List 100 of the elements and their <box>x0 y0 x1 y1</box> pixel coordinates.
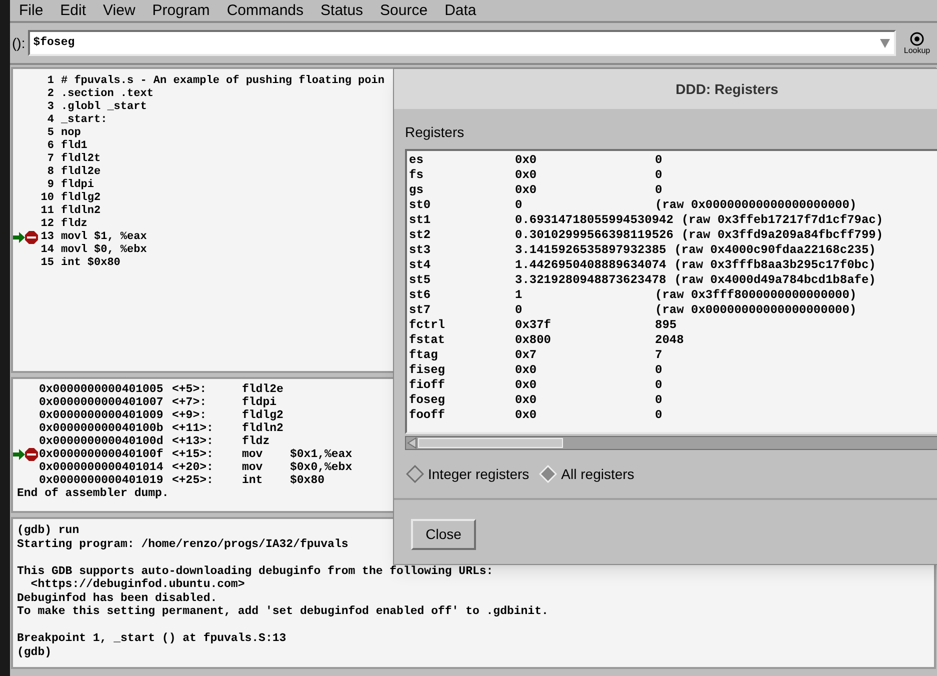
menu-item[interactable]: Status <box>320 3 364 18</box>
code-line: int $0x80 <box>61 256 120 272</box>
register-natural: (raw 0x3fff8000000000000000) <box>655 286 857 304</box>
stop-sign-icon <box>25 231 38 244</box>
register-natural: 0 <box>655 362 662 378</box>
radio-label[interactable]: All registers <box>561 464 634 484</box>
register-value: 0x0 <box>515 376 538 394</box>
console-line: Debuginfod has been disabled. <box>17 592 218 605</box>
register-name: st2 <box>409 226 432 244</box>
address: 0x000000000040100b <box>39 420 164 436</box>
radio-diamond[interactable] <box>406 465 424 483</box>
register-value: 0 <box>515 196 524 214</box>
radio-label[interactable]: Integer registers <box>428 464 530 484</box>
line-number: 11 <box>40 204 54 218</box>
console-line: (gdb) <box>17 646 52 659</box>
instruction: fldl2e <box>242 382 284 396</box>
code-line: nop <box>61 126 81 140</box>
register-value: 0x800 <box>515 332 552 348</box>
register-name: st0 <box>409 196 432 214</box>
register-name: fs <box>409 166 424 184</box>
register-name: st7 <box>409 302 432 318</box>
code-line: fldl2e <box>61 164 101 178</box>
close-button[interactable]: Close <box>411 519 476 550</box>
scroll-left-icon[interactable] <box>406 437 418 449</box>
argument-field[interactable]: $foseg <box>28 30 896 56</box>
register-value: 0x0 <box>515 406 538 424</box>
register-natural: (raw 0x00000000000000000000) <box>655 302 857 318</box>
operands: $0x1,%eax <box>290 446 352 462</box>
code-line: fld1 <box>61 138 88 152</box>
register-name: gs <box>409 182 424 198</box>
menu-item[interactable]: View <box>103 3 136 18</box>
console-line: Breakpoint 1, _start () at fpuvals.S:13 <box>17 632 286 646</box>
address: 0x0000000000401014 <box>39 460 164 475</box>
offset: <+15>: <box>172 446 214 462</box>
offset: <+20>: <box>172 460 214 475</box>
register-value: 3.1415926535897932385 <box>515 242 668 258</box>
console-line: To make this setting permanent, add 'set debuginfod enabled off' to .gdbinit. <box>17 605 548 618</box>
menu-item[interactable]: Data <box>444 3 476 18</box>
register-name: st4 <box>409 256 432 274</box>
line-number: 1 <box>46 74 54 88</box>
instruction: fldln2 <box>242 420 284 436</box>
code-line: .globl _start <box>61 100 147 114</box>
register-natural: (raw 0x3fffb8aa3b295c17f0bc) <box>674 256 876 274</box>
register-name: st5 <box>409 272 432 288</box>
console-line: Starting program: /home/renzo/progs/IA32/fpuvals <box>17 538 348 551</box>
offset: <+7>: <box>172 394 208 410</box>
register-name: fooff <box>409 406 446 424</box>
dialog-title: DDD: Registers <box>676 80 778 99</box>
line-number: 4 <box>46 113 54 128</box>
register-value: 0x37f <box>515 316 552 334</box>
offset: <+5>: <box>172 382 208 397</box>
register-name: ftag <box>409 346 439 364</box>
code-line: fldl2t <box>61 152 101 166</box>
instruction: fldlg2 <box>242 408 284 422</box>
console-line: <https://debuginfod.ubuntu.com> <box>30 578 245 592</box>
register-natural: 0 <box>655 166 662 184</box>
line-number: 3 <box>46 100 54 114</box>
register-natural: 0 <box>655 152 662 168</box>
list-label: Registers <box>405 124 464 140</box>
menu-item[interactable]: Commands <box>226 3 304 18</box>
dropdown-arrow-icon[interactable] <box>879 37 891 49</box>
address: 0x0000000000401005 <box>39 382 164 397</box>
line-number: 12 <box>40 217 54 232</box>
horizontal-scrollbar[interactable] <box>405 436 937 450</box>
register-natural: 0 <box>655 182 662 198</box>
register-natural: (raw 0x4000c90fdaa22168c235) <box>674 242 876 258</box>
address: 0x0000000000401019 <box>39 472 164 488</box>
register-value: 0x0 <box>515 182 538 198</box>
menu-item[interactable]: File <box>19 3 44 18</box>
register-natural: 895 <box>655 316 677 334</box>
code-line: _start: <box>61 113 108 128</box>
instruction: int <box>242 472 264 489</box>
lookup-icon <box>909 31 925 47</box>
register-natural: (raw 0x4000d49a784bcd1b8afe) <box>674 272 876 288</box>
register-name: fctrl <box>409 316 446 334</box>
address: 0x0000000000401009 <box>39 408 164 422</box>
line-number: 7 <box>46 152 54 166</box>
register-value: 1.4426950408889634074 <box>515 256 668 274</box>
register-value: 0x0 <box>515 166 538 184</box>
register-natural: 0 <box>655 406 662 424</box>
code-line: fldpi <box>61 178 94 192</box>
lookup-button[interactable]: Lookup <box>899 31 935 55</box>
register-name: fioff <box>409 376 446 394</box>
register-natural: 2048 <box>655 332 684 348</box>
line-number: 5 <box>46 126 54 140</box>
line-number: 9 <box>46 178 54 192</box>
register-natural: 0 <box>655 376 662 394</box>
register-name: es <box>409 152 424 168</box>
code-line: movl $0, %ebx <box>61 243 147 257</box>
register-natural: (raw 0x3ffd9a209a84fbcff799) <box>681 226 884 244</box>
code-line: # fpuvals.s - An example of pushing floating poin <box>61 74 384 88</box>
argument-label: (): <box>12 34 26 53</box>
code-line: fldlg2 <box>61 190 101 204</box>
instruction: fldpi <box>242 394 278 410</box>
register-natural: (raw 0x3ffeb17217f7d1cf79ac) <box>681 212 884 228</box>
menu-item[interactable]: Source <box>380 3 428 18</box>
menu-item[interactable]: Program <box>152 3 210 18</box>
stop-sign-icon <box>25 448 38 461</box>
dump-footer: End of assembler dump. <box>13 487 934 500</box>
menu-item[interactable]: Edit <box>60 3 86 18</box>
